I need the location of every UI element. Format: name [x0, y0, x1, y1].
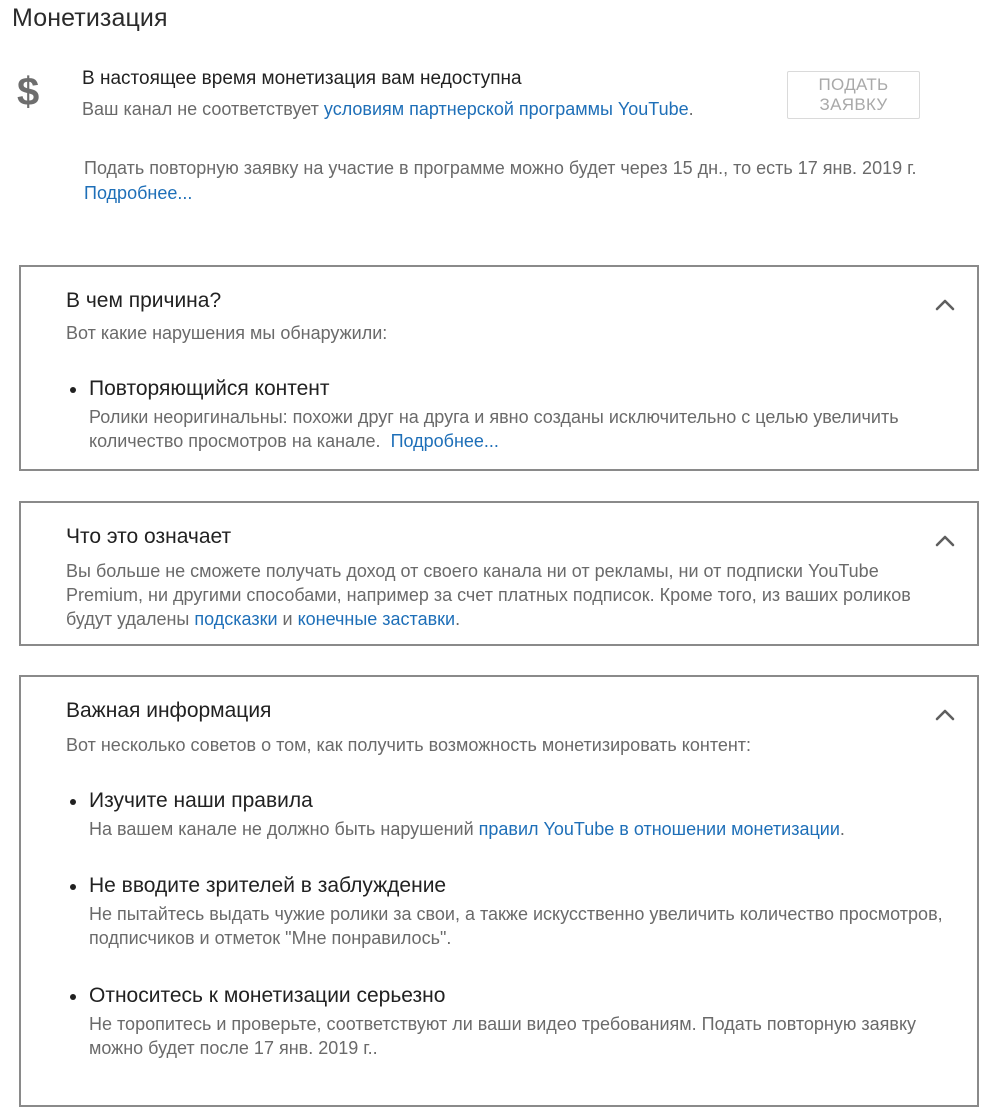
list-item-heading: Повторяющийся контент	[66, 377, 947, 401]
list-item-heading-text: Не вводите зрителей в заблуждение	[89, 874, 447, 897]
chevron-up-icon[interactable]	[935, 297, 955, 311]
important-card-title: Важная информация	[66, 699, 272, 722]
dollar-icon: $	[17, 70, 40, 114]
list-item: Не вводите зрителей в заблуждение Не пыт…	[66, 874, 947, 950]
chevron-up-icon[interactable]	[935, 533, 955, 547]
list-item-body: Не пытайтесь выдать чужие ролики за свои…	[89, 904, 943, 948]
list-item: Изучите наши правила На вашем канале не …	[66, 789, 947, 841]
list-item-body-text: На вашем канале не должно быть нарушений	[89, 819, 479, 839]
list-item-body: Ролики неоригинальны: похожи друг на дру…	[89, 405, 947, 453]
list-item: Относитесь к монетизации серьезно Не тор…	[66, 984, 947, 1060]
learn-more-link[interactable]: Подробнее...	[391, 431, 499, 451]
list-item-heading-text: Относитесь к монетизации серьезно	[89, 984, 446, 1007]
list-item-heading: Относитесь к монетизации серьезно	[66, 984, 947, 1008]
status-description: Ваш канал не соответствует условиям парт…	[82, 99, 694, 120]
reason-card-subtitle: Вот какие нарушения мы обнаружили:	[66, 323, 388, 343]
reapply-learn-more-link[interactable]: Подробнее...	[84, 183, 192, 204]
bullet-dot	[70, 994, 76, 1000]
reapply-info-text: Подать повторную заявку на участие в про…	[84, 158, 917, 178]
meaning-card-body: Вы больше не сможете получать доход от с…	[66, 559, 937, 631]
status-description-suffix: .	[688, 99, 694, 119]
meaning-body-suffix: .	[455, 609, 461, 629]
list-item-body: На вашем канале не должно быть нарушений…	[89, 817, 947, 841]
list-item-heading-text: Повторяющийся контент	[89, 377, 330, 400]
page-title: Монетизация	[12, 4, 168, 32]
apply-button[interactable]: ПОДАТЬ ЗАЯВКУ	[787, 71, 920, 119]
list-item-heading: Не вводите зрителей в заблуждение	[66, 874, 947, 898]
list-item-heading: Изучите наши правила	[66, 789, 947, 813]
reason-card: В чем причина? Вот какие нарушения мы об…	[19, 265, 979, 471]
list-item: Повторяющийся контент Ролики неоригиналь…	[66, 377, 947, 453]
status-title: В настоящее время монетизация вам недост…	[82, 68, 522, 89]
list-item-body: Не торопитесь и проверьте, соответствуют…	[89, 1014, 917, 1058]
reason-card-title: В чем причина?	[66, 289, 222, 312]
meaning-card: Что это означает Вы больше не сможете по…	[19, 501, 979, 646]
end-screens-link[interactable]: конечные заставки	[298, 609, 456, 629]
important-card-subtitle: Вот несколько советов о том, как получит…	[66, 735, 752, 755]
bullet-dot	[70, 387, 76, 393]
chevron-up-icon[interactable]	[935, 707, 955, 721]
list-item-heading-text: Изучите наши правила	[89, 789, 313, 812]
bullet-dot	[70, 799, 76, 805]
monetization-page: Монетизация $ В настоящее время монетиза…	[0, 0, 996, 1109]
bullet-dot	[70, 884, 76, 890]
meaning-body-text: Вы больше не сможете получать доход от с…	[66, 561, 911, 629]
meaning-card-title: Что это означает	[66, 525, 232, 548]
monetization-policies-link[interactable]: правил YouTube в отношении монетизации	[479, 819, 840, 839]
important-card: Важная информация Вот несколько советов …	[19, 675, 979, 1107]
meaning-body-middle: и	[277, 609, 298, 629]
cards-link[interactable]: подсказки	[194, 609, 277, 629]
list-item-body-suffix: .	[839, 819, 845, 839]
partner-program-terms-link[interactable]: условиям партнерской программы YouTube	[324, 99, 689, 119]
status-description-prefix: Ваш канал не соответствует	[82, 99, 324, 119]
